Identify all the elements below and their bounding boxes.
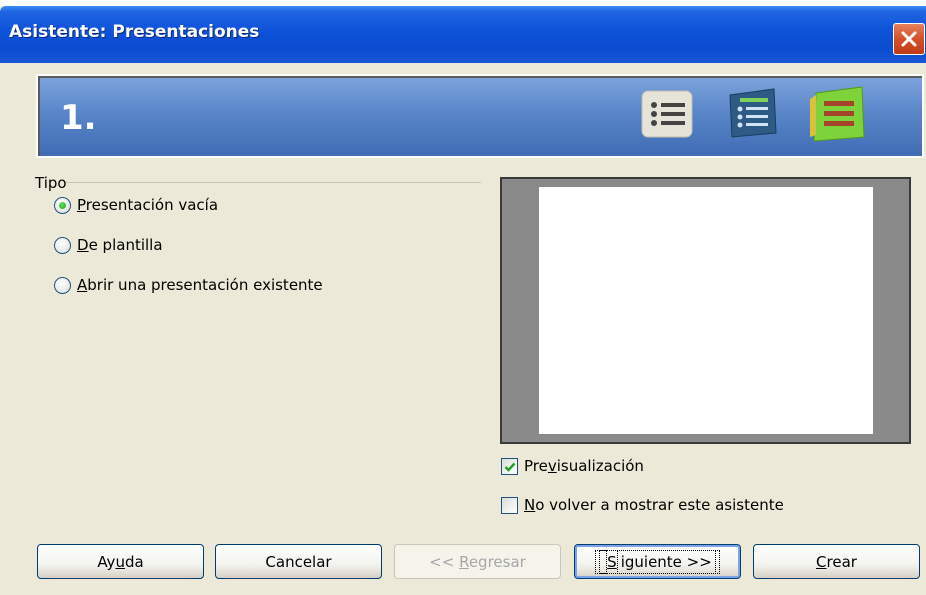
title-bar[interactable]: Asistente: Presentaciones [0, 6, 926, 63]
close-button[interactable] [893, 23, 925, 55]
radio-label: Abrir una presentación existente [77, 276, 323, 294]
preview-pane [500, 177, 911, 444]
window-title: Asistente: Presentaciones [9, 22, 260, 42]
group-divider [66, 182, 481, 183]
checkbox[interactable] [501, 457, 518, 475]
radio-presentacion-vacia[interactable]: Presentación vacía [54, 196, 218, 214]
step-banner: 1. [36, 74, 924, 158]
next-button[interactable]: Siguiente >> [574, 544, 741, 579]
radio-abrir-existente[interactable]: Abrir una presentación existente [54, 276, 323, 294]
checkbox-previsualizacion[interactable]: Previsualización [501, 457, 644, 475]
back-button[interactable]: << Regresar [394, 544, 561, 579]
checkbox-no-volver-a-mostrar[interactable]: No volver a mostrar este asistente [501, 496, 784, 514]
wizard-window: Asistente: Presentaciones 1. Tipo Presen… [0, 6, 926, 595]
checkbox-label: Previsualización [524, 457, 644, 475]
checkbox-label: No volver a mostrar este asistente [524, 496, 784, 514]
help-button[interactable]: Ayuda [37, 544, 204, 579]
list-blue-icon [724, 85, 782, 147]
checkbox[interactable] [501, 496, 518, 514]
step-number: 1. [60, 98, 97, 138]
list-green-icon [808, 85, 870, 149]
create-button[interactable]: Crear [753, 544, 920, 579]
radio-button[interactable] [54, 276, 71, 294]
list-light-icon [638, 85, 696, 147]
radio-button[interactable] [54, 236, 71, 254]
group-label-tipo: Tipo [35, 174, 67, 192]
radio-label: De plantilla [77, 236, 163, 254]
preview-slide [539, 187, 873, 434]
radio-label: Presentación vacía [77, 196, 219, 214]
radio-button[interactable] [54, 196, 71, 214]
radio-de-plantilla[interactable]: De plantilla [54, 236, 163, 254]
cancel-button[interactable]: Cancelar [215, 544, 382, 579]
